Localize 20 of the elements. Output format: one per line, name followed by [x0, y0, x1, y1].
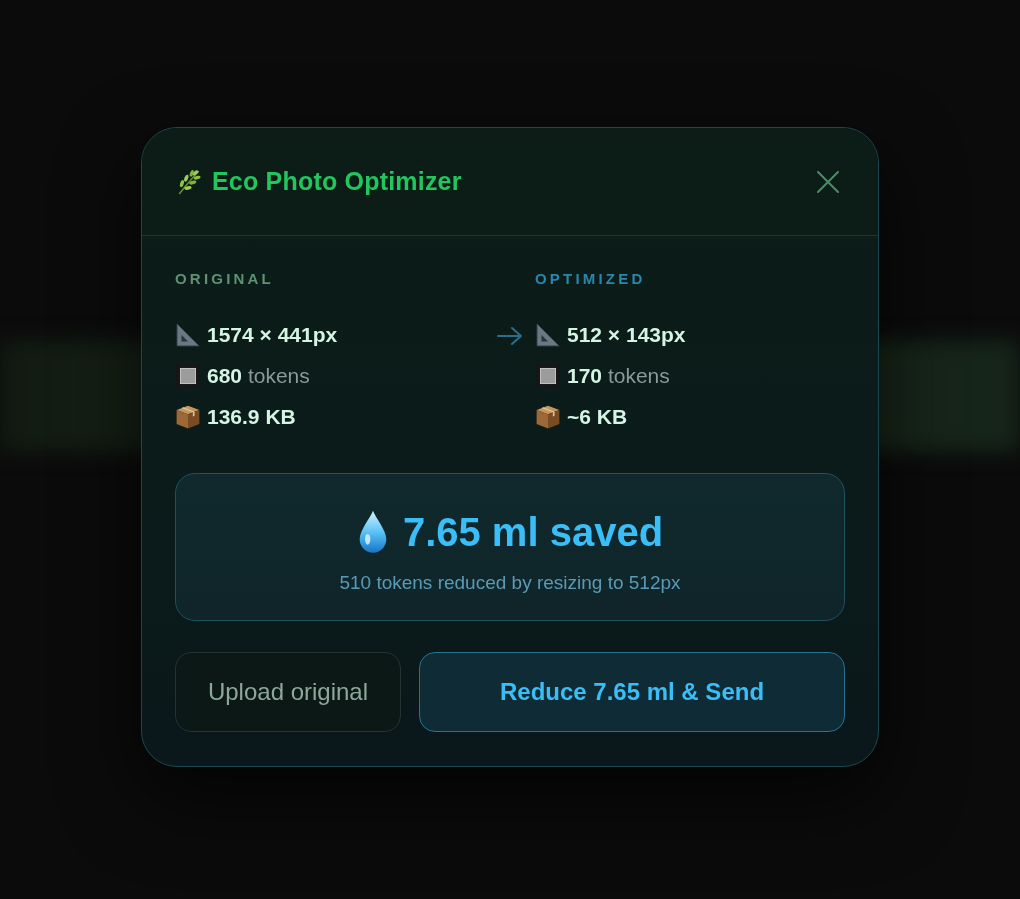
package-icon [175, 403, 201, 430]
savings-detail: 510 tokens reduced by resizing to 512px [339, 571, 681, 595]
arrow-right-icon [497, 326, 523, 346]
column-heading: ORIGINAL [175, 270, 274, 288]
savings-headline: 7.65 ml saved [402, 509, 664, 556]
square-icon [175, 362, 201, 389]
close-icon[interactable] [816, 169, 840, 194]
package-icon [535, 403, 561, 430]
stat-text: ~6 KB [567, 404, 628, 429]
stat-text: 136.9 KB [207, 404, 296, 429]
square-icon [535, 362, 561, 389]
stat-text: 1574 × 441px [207, 322, 338, 347]
send-button[interactable]: Reduce 7.65 ml & Send [419, 652, 845, 732]
stat-text: 170 tokens [567, 363, 670, 388]
stat-text: 512 × 143px [567, 322, 686, 347]
stat-text: 680 tokens [207, 363, 310, 388]
dialog-title: Eco Photo Optimizer [212, 167, 462, 196]
upload-button[interactable]: Upload original [175, 652, 401, 732]
leaf-icon [176, 168, 202, 195]
column-heading: OPTIMIZED [535, 270, 646, 288]
